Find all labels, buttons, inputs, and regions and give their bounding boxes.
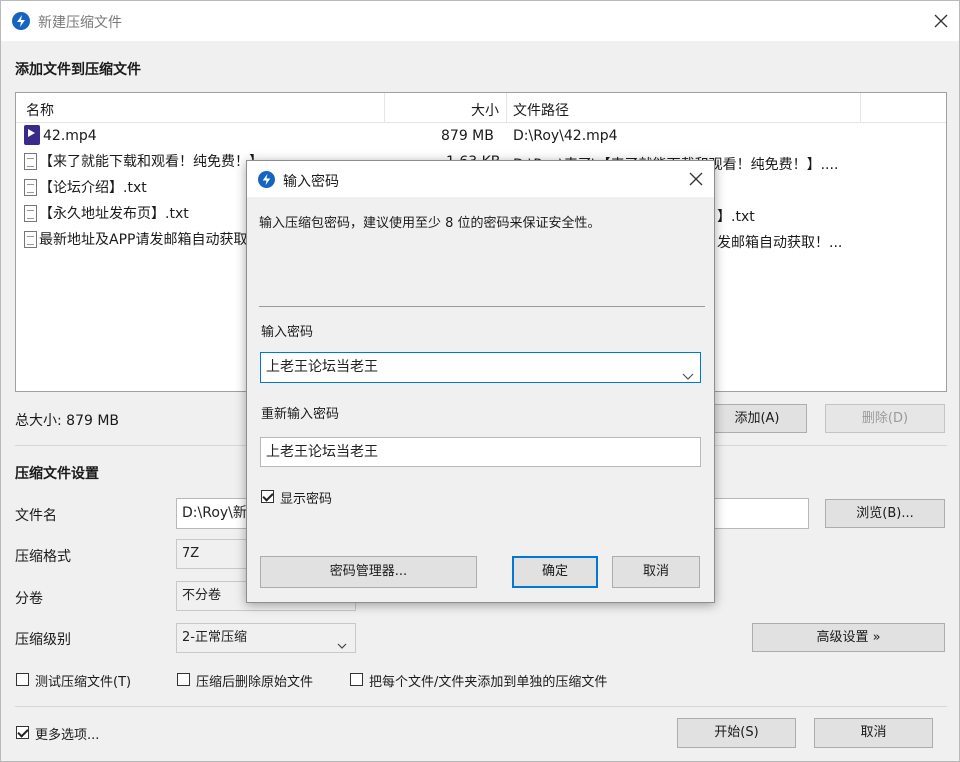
browse-button[interactable]: 浏览(B)... <box>825 499 945 528</box>
column-header-size[interactable]: 大小 <box>471 100 499 120</box>
add-button[interactable]: 添加(A) <box>707 404 807 433</box>
level-value: 2-正常压缩 <box>182 630 247 645</box>
column-header-name[interactable]: 名称 <box>26 100 54 120</box>
file-name: 最新地址及APP请发邮箱自动获取！.txt <box>39 232 264 248</box>
format-label: 压缩格式 <box>15 549 71 565</box>
close-icon[interactable] <box>687 170 705 188</box>
chevron-down-icon <box>337 633 347 652</box>
table-row[interactable]: 最新地址及APP请发邮箱自动获取！.txt <box>24 228 264 253</box>
separate-archives-checkbox-label[interactable]: 把每个文件/文件夹添加到单独的压缩文件 <box>369 671 607 690</box>
title-bar: 新建压缩文件 <box>1 1 959 41</box>
column-header-path[interactable]: 文件路径 <box>513 100 569 120</box>
text-file-icon <box>24 231 37 248</box>
split-value: 不分卷 <box>182 588 222 603</box>
format-value: 7Z <box>182 546 200 561</box>
file-name: 【永久地址发布页】.txt <box>39 206 189 222</box>
level-label: 压缩级别 <box>15 632 71 648</box>
file-size: 879 MB <box>441 128 494 144</box>
divider <box>15 706 947 707</box>
file-name: 【来了就能下载和观看！纯免费！】.txt <box>39 154 264 170</box>
column-divider <box>860 93 861 123</box>
password-manager-button[interactable]: 密码管理器... <box>260 556 477 588</box>
more-options-checkbox[interactable] <box>16 726 29 739</box>
more-options-label[interactable]: 更多选项... <box>35 724 99 743</box>
password-value: 上老王论坛当老王 <box>266 359 378 375</box>
test-checkbox[interactable] <box>16 673 29 686</box>
start-button[interactable]: 开始(S) <box>677 718 796 748</box>
window-title: 新建压缩文件 <box>38 15 122 31</box>
password-dialog: 输入密码 输入压缩包密码，建议使用至少 8 位的密码来保证安全性。 输入密码 上… <box>246 160 715 603</box>
advanced-settings-button[interactable]: 高级设置 » <box>752 623 945 652</box>
split-label: 分卷 <box>15 591 43 607</box>
filename-label: 文件名 <box>15 508 57 524</box>
password-input[interactable]: 上老王论坛当老王 <box>260 352 701 383</box>
close-icon[interactable] <box>931 11 951 31</box>
delete-button[interactable]: 删除(D) <box>825 404 945 433</box>
show-password-checkbox[interactable] <box>261 490 274 503</box>
files-heading: 添加文件到压缩文件 <box>15 62 141 78</box>
table-row[interactable]: 【来了就能下载和观看！纯免费！】.txt <box>24 150 264 175</box>
text-file-icon <box>24 179 37 196</box>
file-path: 发邮箱自动获取！... <box>717 235 843 251</box>
file-name: 42.mp4 <box>43 128 97 144</box>
total-size: 总大小: 879 MB <box>15 413 120 429</box>
delete-after-checkbox[interactable] <box>177 673 190 686</box>
dialog-cancel-button[interactable]: 取消 <box>612 556 700 588</box>
delete-after-checkbox-label[interactable]: 压缩后删除原始文件 <box>196 671 313 690</box>
file-name: 【论坛介绍】.txt <box>39 180 147 196</box>
file-list-header: 名称 大小 文件路径 <box>16 93 946 123</box>
level-select[interactable]: 2-正常压缩 <box>176 623 356 653</box>
ok-button[interactable]: 确定 <box>512 556 598 588</box>
settings-heading: 压缩文件设置 <box>15 466 99 482</box>
chevron-down-icon[interactable] <box>682 363 694 382</box>
file-path: 】.txt <box>717 209 755 225</box>
reenter-label: 重新输入密码 <box>261 407 340 422</box>
video-file-icon <box>24 125 40 145</box>
table-row[interactable]: 【永久地址发布页】.txt <box>24 202 189 227</box>
app-icon <box>258 171 275 188</box>
text-file-icon <box>24 205 37 222</box>
file-path: D:\Roy\42.mp4 <box>513 128 618 144</box>
table-row[interactable]: 【论坛介绍】.txt <box>24 176 147 201</box>
dialog-title-bar: 输入密码 <box>247 161 714 197</box>
show-password-label[interactable]: 显示密码 <box>280 488 332 507</box>
test-checkbox-label[interactable]: 测试压缩文件(T) <box>35 671 131 690</box>
dialog-description: 输入压缩包密码，建议使用至少 8 位的密码来保证安全性。 <box>259 216 601 231</box>
dialog-title: 输入密码 <box>283 174 339 190</box>
separate-archives-checkbox[interactable] <box>350 673 363 686</box>
app-icon <box>12 12 30 30</box>
password-label: 输入密码 <box>261 325 314 340</box>
column-divider <box>506 93 507 123</box>
column-divider <box>384 93 385 123</box>
text-file-icon <box>24 153 37 170</box>
divider <box>259 306 705 307</box>
cancel-button[interactable]: 取消 <box>814 718 933 748</box>
reenter-password-input[interactable]: 上老王论坛当老王 <box>260 437 701 467</box>
